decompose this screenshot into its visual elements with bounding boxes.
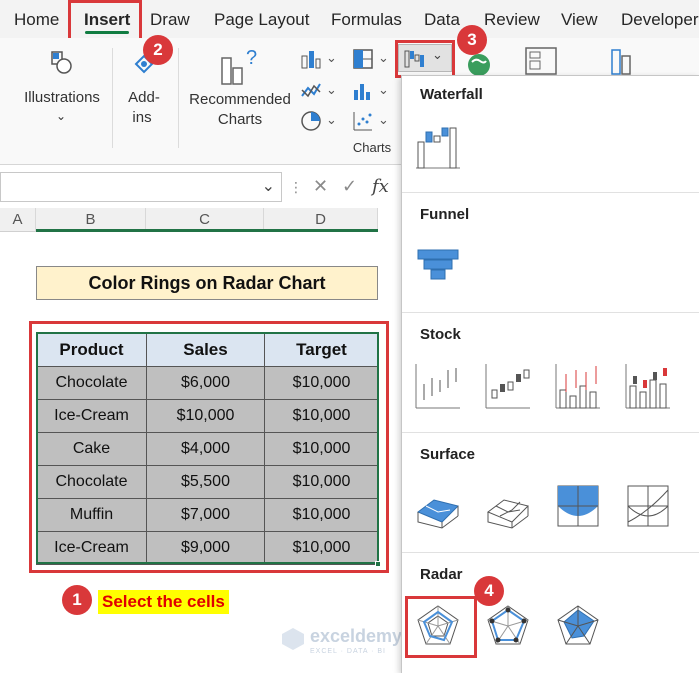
- highlight-waterfall-button: [395, 40, 455, 78]
- 3d-surface-chart-option[interactable]: [414, 482, 462, 530]
- ribbon-divider: [178, 48, 179, 148]
- step-badge-1: 1: [62, 585, 92, 615]
- hierarchy-chart-icon[interactable]: [352, 48, 374, 70]
- name-box[interactable]: ⌄: [0, 172, 282, 202]
- recommended-charts-icon: ?: [220, 46, 262, 86]
- stock-vhlc-chart-option[interactable]: [554, 362, 602, 410]
- illustrations-icon: [50, 50, 74, 76]
- section-title-radar: Radar: [420, 566, 463, 583]
- tab-view[interactable]: View: [561, 10, 598, 30]
- wireframe-3d-surface-chart-option[interactable]: [484, 482, 532, 530]
- watermark-text: exceldemy: [310, 626, 403, 646]
- exceldemy-logo-icon: [282, 628, 304, 650]
- funnel-chart-option[interactable]: [414, 242, 462, 290]
- radar-with-markers-chart-option[interactable]: [484, 602, 532, 650]
- stock-ohlc-chart-option[interactable]: [484, 362, 532, 410]
- filled-radar-chart-option[interactable]: [554, 602, 602, 650]
- chevron-down-icon[interactable]: ⌄: [378, 82, 389, 98]
- tab-formulas[interactable]: Formulas: [331, 10, 402, 30]
- chevron-down-icon[interactable]: ⌄: [326, 112, 337, 128]
- tab-page-layout[interactable]: Page Layout: [214, 10, 309, 30]
- chevron-down-icon[interactable]: ⌄: [378, 50, 389, 66]
- svg-text:?: ?: [246, 47, 257, 69]
- section-divider: [402, 192, 699, 193]
- section-title-waterfall: Waterfall: [420, 86, 483, 103]
- 3d-map-icon[interactable]: [606, 46, 642, 76]
- charts-group-label: Charts: [352, 140, 392, 155]
- statistic-chart-icon[interactable]: [352, 80, 374, 102]
- watermark: exceldemy EXCEL · DATA · BI: [280, 626, 402, 657]
- instruction-callout: Select the cells: [98, 590, 229, 614]
- recommended-charts-button[interactable]: Recommended: [186, 90, 294, 110]
- formula-bar: ⌄ ⋮ ✕ ✓ fx: [0, 172, 400, 202]
- chevron-down-icon[interactable]: ⌄: [326, 50, 337, 66]
- column-header-a[interactable]: A: [0, 208, 36, 232]
- tab-draw[interactable]: Draw: [150, 10, 190, 30]
- scatter-chart-icon[interactable]: [352, 110, 374, 132]
- cancel-icon[interactable]: ✕: [313, 176, 328, 197]
- chevron-down-icon: ⌄: [55, 109, 67, 123]
- more-options-icon: ⋮: [289, 179, 303, 195]
- chevron-down-icon[interactable]: ⌄: [262, 176, 275, 196]
- enter-check-icon[interactable]: ✓: [342, 176, 357, 197]
- recommended-charts-label-line2: Charts: [217, 111, 263, 128]
- addins-label-line2: ins: [132, 109, 152, 126]
- stock-hlc-chart-option[interactable]: [414, 362, 462, 410]
- addins-button[interactable]: Add-: [118, 88, 170, 108]
- chevron-down-icon[interactable]: ⌄: [326, 82, 337, 98]
- sheet-title-cell[interactable]: Color Rings on Radar Chart: [36, 266, 378, 300]
- section-title-stock: Stock: [420, 326, 461, 343]
- section-divider: [402, 432, 699, 433]
- tab-data[interactable]: Data: [424, 10, 460, 30]
- step-badge-2: 2: [143, 35, 173, 65]
- contour-chart-option[interactable]: [554, 482, 602, 530]
- waterfall-chart-option[interactable]: [414, 122, 462, 170]
- highlight-radar-option: [405, 596, 477, 658]
- highlight-insert-tab: [68, 0, 142, 43]
- section-divider: [402, 552, 699, 553]
- tab-home[interactable]: Home: [14, 10, 59, 30]
- chart-type-dropdown: Waterfall Funnel Stock Surface Radar: [401, 75, 699, 673]
- stock-vohlc-chart-option[interactable]: [624, 362, 672, 410]
- step-badge-3: 3: [457, 25, 487, 55]
- section-divider: [402, 312, 699, 313]
- pivotchart-icon[interactable]: [524, 46, 558, 76]
- column-chart-icon[interactable]: [300, 48, 322, 70]
- tab-developer[interactable]: Developer: [621, 10, 699, 30]
- section-title-surface: Surface: [420, 446, 476, 463]
- watermark-subtext: EXCEL · DATA · BI: [310, 648, 386, 655]
- line-chart-icon[interactable]: [300, 80, 322, 102]
- selection-outline: [36, 332, 379, 564]
- illustrations-button[interactable]: Illustrations: [18, 88, 106, 108]
- ribbon-divider: [112, 48, 113, 148]
- step-badge-4: 4: [474, 576, 504, 606]
- selected-columns-indicator: [36, 229, 378, 232]
- insert-function-button[interactable]: fx: [372, 176, 389, 197]
- wireframe-contour-chart-option[interactable]: [624, 482, 672, 530]
- section-title-funnel: Funnel: [420, 206, 470, 223]
- chevron-down-icon[interactable]: ⌄: [378, 112, 389, 128]
- fill-handle[interactable]: [375, 561, 381, 567]
- tab-review[interactable]: Review: [484, 10, 540, 30]
- pie-chart-icon[interactable]: [300, 110, 322, 132]
